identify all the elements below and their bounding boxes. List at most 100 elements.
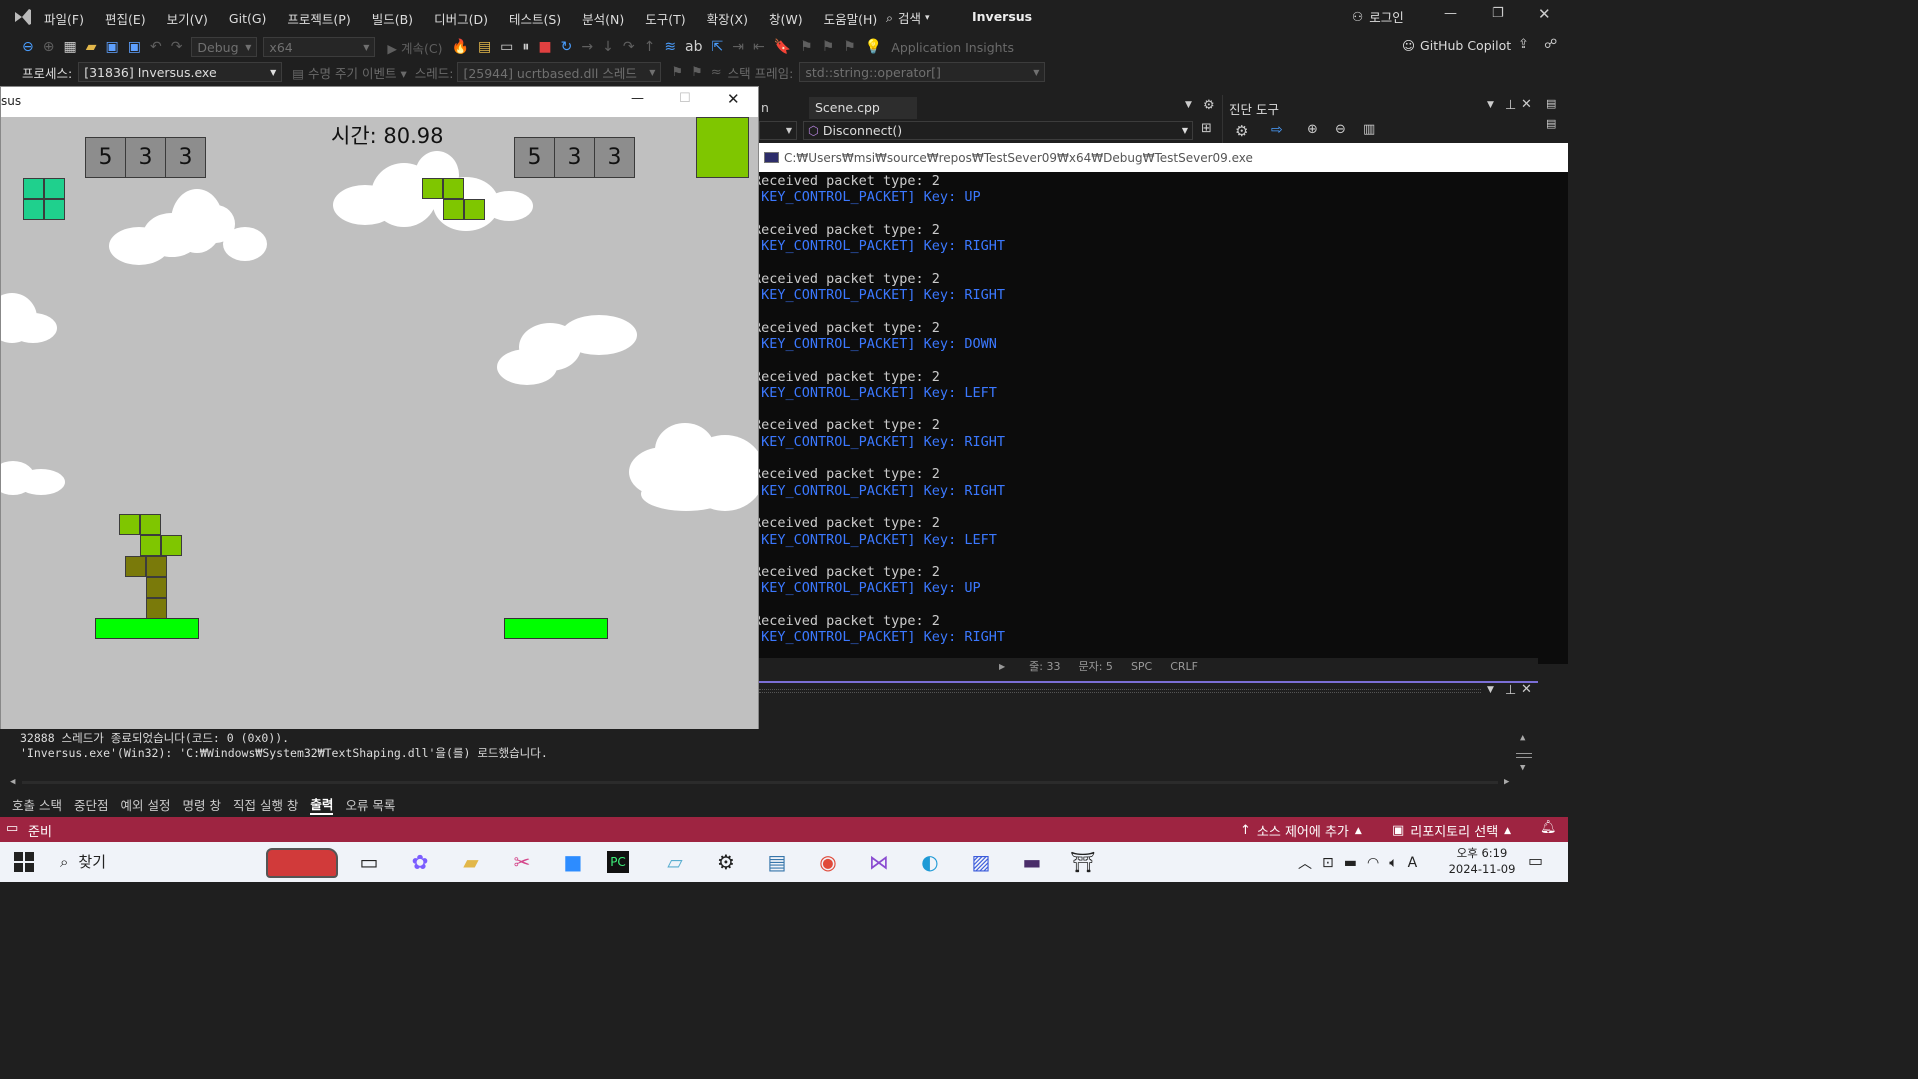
source-control-button[interactable]: ↑ 소스 제어에 추가 ▲ bbox=[1240, 821, 1362, 840]
menu-view[interactable]: 보기(V) bbox=[167, 9, 208, 28]
visual-studio-app-icon[interactable]: ⋈ bbox=[862, 845, 896, 879]
stack-icon[interactable]: ≈ bbox=[711, 65, 722, 80]
console-app-taskbar-icon[interactable]: ▬ bbox=[1015, 845, 1049, 879]
tab-exception-settings[interactable]: 예외 설정 bbox=[121, 795, 171, 814]
ime-indicator-icon[interactable]: A bbox=[1408, 855, 1418, 871]
config-select[interactable]: Debug ▼ bbox=[191, 37, 258, 57]
menu-tools[interactable]: 도구(T) bbox=[645, 9, 685, 28]
tab-list-dropdown-icon[interactable]: ▼ bbox=[1185, 100, 1192, 110]
vertical-scrollbar[interactable] bbox=[1516, 753, 1532, 758]
game-maximize-icon[interactable]: ☐ bbox=[679, 91, 691, 106]
share-icon[interactable]: ⇪ bbox=[1518, 37, 1529, 52]
redo-icon[interactable]: ↷ bbox=[171, 39, 183, 55]
tab-error-list[interactable]: 오류 목록 bbox=[345, 795, 395, 814]
menu-help[interactable]: 도움말(H) bbox=[824, 9, 878, 28]
open-folder-icon[interactable]: ▰ bbox=[86, 39, 97, 55]
step-into-icon[interactable]: ↓ bbox=[602, 39, 614, 55]
drag-handle[interactable] bbox=[759, 689, 1481, 693]
restart-icon[interactable]: ↻ bbox=[561, 39, 573, 55]
step-over-icon[interactable]: ↷ bbox=[623, 39, 635, 55]
panel-close-icon[interactable]: ✕ bbox=[1521, 97, 1532, 112]
save-all-icon[interactable]: ▣ bbox=[128, 39, 141, 55]
chart-icon[interactable]: ▥ bbox=[1363, 122, 1375, 137]
flag-threads-icon[interactable]: ⚑ bbox=[691, 65, 703, 80]
feedback-icon[interactable]: ☍ bbox=[1544, 37, 1557, 52]
undo-icon[interactable]: ↶ bbox=[150, 39, 162, 55]
taskbar-search[interactable]: ⌕ 찾기 bbox=[60, 851, 106, 872]
pin-icon[interactable]: ⊥ bbox=[1505, 683, 1516, 698]
thread-select[interactable]: [25944] ucrtbased.dll 스레드 ▼ bbox=[457, 62, 662, 82]
process-select[interactable]: [31836] Inversus.exe ▼ bbox=[78, 62, 283, 82]
scroll-up-icon[interactable]: ▲ bbox=[1520, 731, 1525, 746]
search-button[interactable]: ⌕ 검색 ▾ bbox=[886, 8, 930, 27]
game-app-icon[interactable]: ⛩ bbox=[1066, 845, 1100, 879]
split-icon[interactable]: ⊞ bbox=[1201, 121, 1212, 136]
horizontal-scrollbar[interactable] bbox=[22, 781, 1498, 784]
diag-export-icon[interactable]: ⇨ bbox=[1271, 122, 1283, 138]
menu-project[interactable]: 프로젝트(P) bbox=[287, 9, 350, 28]
zoom-app-icon[interactable]: ■ bbox=[556, 845, 590, 879]
side-tool-icon[interactable]: ▤ bbox=[1546, 97, 1556, 110]
panel-dropdown-icon[interactable]: ▼ bbox=[1487, 685, 1494, 695]
settings-app-icon[interactable]: ⚙ bbox=[709, 845, 743, 879]
application-insights-button[interactable]: Application Insights bbox=[891, 40, 1014, 55]
game-minimize-icon[interactable]: — bbox=[631, 91, 644, 106]
outdent-icon[interactable]: ⇤ bbox=[753, 39, 765, 55]
tab-command-window[interactable]: 명령 창 bbox=[182, 795, 220, 814]
windows-start-icon[interactable] bbox=[14, 852, 34, 876]
settings-icon[interactable]: ⚙ bbox=[1203, 98, 1215, 113]
editor-tab-partial[interactable]: n bbox=[761, 100, 769, 115]
back-icon[interactable]: ⊖ bbox=[22, 39, 34, 55]
fire-truck-widget-icon[interactable] bbox=[266, 848, 338, 878]
line-indicator[interactable]: 줄: 33 bbox=[1029, 658, 1060, 674]
hot-reload-icon[interactable]: 🔥 bbox=[452, 39, 469, 55]
diagnostics-icon[interactable]: ≋ bbox=[664, 39, 676, 55]
editor-tab-scene[interactable]: Scene.cpp bbox=[809, 97, 917, 119]
folder-icon[interactable]: ▤ bbox=[478, 39, 491, 55]
edge-icon[interactable]: ◐ bbox=[913, 845, 947, 879]
function-select[interactable]: ⬡ Disconnect() ▼ bbox=[803, 121, 1193, 140]
diag-settings-icon[interactable]: ⚙ bbox=[1235, 122, 1248, 140]
pin-icon[interactable]: ⊥ bbox=[1505, 98, 1516, 113]
github-copilot-button[interactable]: ☺ GitHub Copilot bbox=[1402, 38, 1511, 53]
stop-icon[interactable]: ■ bbox=[538, 39, 551, 55]
login-button[interactable]: ⚇ 로그인 bbox=[1352, 7, 1404, 26]
spellcheck-icon[interactable]: ab bbox=[685, 39, 702, 55]
text-editor-icon[interactable]: ▨ bbox=[964, 845, 998, 879]
step-next-icon[interactable]: → bbox=[581, 39, 593, 55]
copilot-app-icon[interactable]: ✿ bbox=[403, 845, 437, 879]
continue-button[interactable]: ▶ 계속(C) bbox=[387, 38, 442, 57]
zoom-in-icon[interactable]: ⊕ bbox=[1307, 122, 1318, 137]
menu-debug[interactable]: 디버그(D) bbox=[434, 9, 488, 28]
indent-icon[interactable]: ⇥ bbox=[732, 39, 744, 55]
side-tool-icon[interactable]: ▤ bbox=[1546, 117, 1556, 130]
tab-breakpoints[interactable]: 중단점 bbox=[74, 795, 109, 814]
bookmark-next-icon[interactable]: ⚑ bbox=[822, 39, 835, 55]
menu-analyze[interactable]: 분석(N) bbox=[582, 9, 624, 28]
notifications-bell-icon[interactable]: 🔔︎ bbox=[1540, 820, 1557, 835]
stackframe-select[interactable]: std::string::operator[] ▼ bbox=[799, 62, 1046, 82]
platform-select[interactable]: x64 ▼ bbox=[263, 37, 376, 57]
select-element-icon[interactable]: ⇱ bbox=[712, 39, 724, 55]
scope-select[interactable]: ▼ bbox=[759, 121, 797, 140]
line-ending-indicator[interactable]: CRLF bbox=[1170, 660, 1198, 673]
task-view-icon[interactable]: ▭ bbox=[352, 845, 386, 879]
menu-git[interactable]: Git(G) bbox=[229, 11, 267, 26]
bookmark-prev-icon[interactable]: ⚑ bbox=[800, 39, 813, 55]
menu-window[interactable]: 창(W) bbox=[769, 9, 803, 28]
scroll-right-icon[interactable]: ▶ bbox=[1504, 775, 1509, 790]
python-file-icon[interactable]: ▤ bbox=[760, 845, 794, 879]
pycharm-icon[interactable]: PC bbox=[607, 851, 629, 873]
volume-muted-icon[interactable]: 🔈︎ bbox=[1389, 855, 1397, 871]
lifecycle-events-button[interactable]: ▤ 수명 주기 이벤트 ▾ bbox=[292, 63, 407, 82]
network-status-icon[interactable]: ⊡ bbox=[1322, 855, 1334, 871]
panel-dropdown-icon[interactable]: ▼ bbox=[1487, 100, 1494, 110]
close-icon[interactable]: ✕ bbox=[1538, 5, 1551, 23]
visual-studio-logo-icon[interactable] bbox=[12, 6, 34, 28]
clock[interactable]: 오후 6:19 2024-11-09 bbox=[1445, 845, 1519, 877]
wifi-icon[interactable]: ◠ bbox=[1367, 855, 1379, 871]
menu-extensions[interactable]: 확장(X) bbox=[707, 9, 748, 28]
forward-icon[interactable]: ⊕ bbox=[43, 39, 55, 55]
battery-icon[interactable]: ▬ bbox=[1344, 855, 1357, 871]
menu-build[interactable]: 빌드(B) bbox=[372, 9, 413, 28]
